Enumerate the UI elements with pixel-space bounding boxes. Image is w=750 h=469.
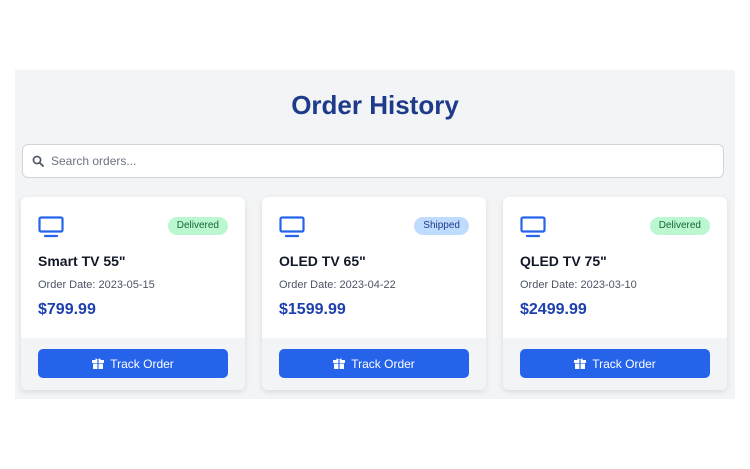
order-card: Delivered Smart TV 55" Order Date: 2023-… xyxy=(21,197,245,390)
product-name: OLED TV 65" xyxy=(279,253,366,269)
status-badge: Delivered xyxy=(167,217,228,235)
status-badge: Shipped xyxy=(414,217,469,235)
gift-box-icon xyxy=(574,358,587,369)
track-order-button[interactable]: Track Order xyxy=(279,349,469,378)
track-order-button[interactable]: Track Order xyxy=(38,349,228,378)
page-title: Order History xyxy=(291,90,459,120)
gift-box-icon xyxy=(92,358,105,369)
search-box[interactable] xyxy=(22,144,724,178)
product-name: Smart TV 55" xyxy=(38,253,126,269)
status-badge: Delivered xyxy=(649,217,710,235)
card-footer: Track Order xyxy=(21,338,245,390)
gift-box-icon xyxy=(333,358,346,369)
track-order-button[interactable]: Track Order xyxy=(520,349,710,378)
track-order-label: Track Order xyxy=(110,356,174,371)
order-price: $2499.99 xyxy=(520,301,587,318)
card-footer: Track Order xyxy=(262,338,486,390)
search-input[interactable] xyxy=(51,145,711,177)
order-card: Delivered QLED TV 75" Order Date: 2023-0… xyxy=(503,197,727,390)
card-footer: Track Order xyxy=(503,338,727,390)
track-order-label: Track Order xyxy=(592,356,656,371)
tv-icon xyxy=(520,216,546,238)
search-icon xyxy=(32,155,44,167)
order-price: $1599.99 xyxy=(279,301,346,318)
product-name: QLED TV 75" xyxy=(520,253,607,269)
order-date: Order Date: 2023-04-22 xyxy=(279,279,396,291)
order-date: Order Date: 2023-05-15 xyxy=(38,279,155,291)
order-date: Order Date: 2023-03-10 xyxy=(520,279,637,291)
tv-icon xyxy=(279,216,305,238)
order-price: $799.99 xyxy=(38,301,96,318)
track-order-label: Track Order xyxy=(351,356,415,371)
tv-icon xyxy=(38,216,64,238)
order-card: Shipped OLED TV 65" Order Date: 2023-04-… xyxy=(262,197,486,390)
